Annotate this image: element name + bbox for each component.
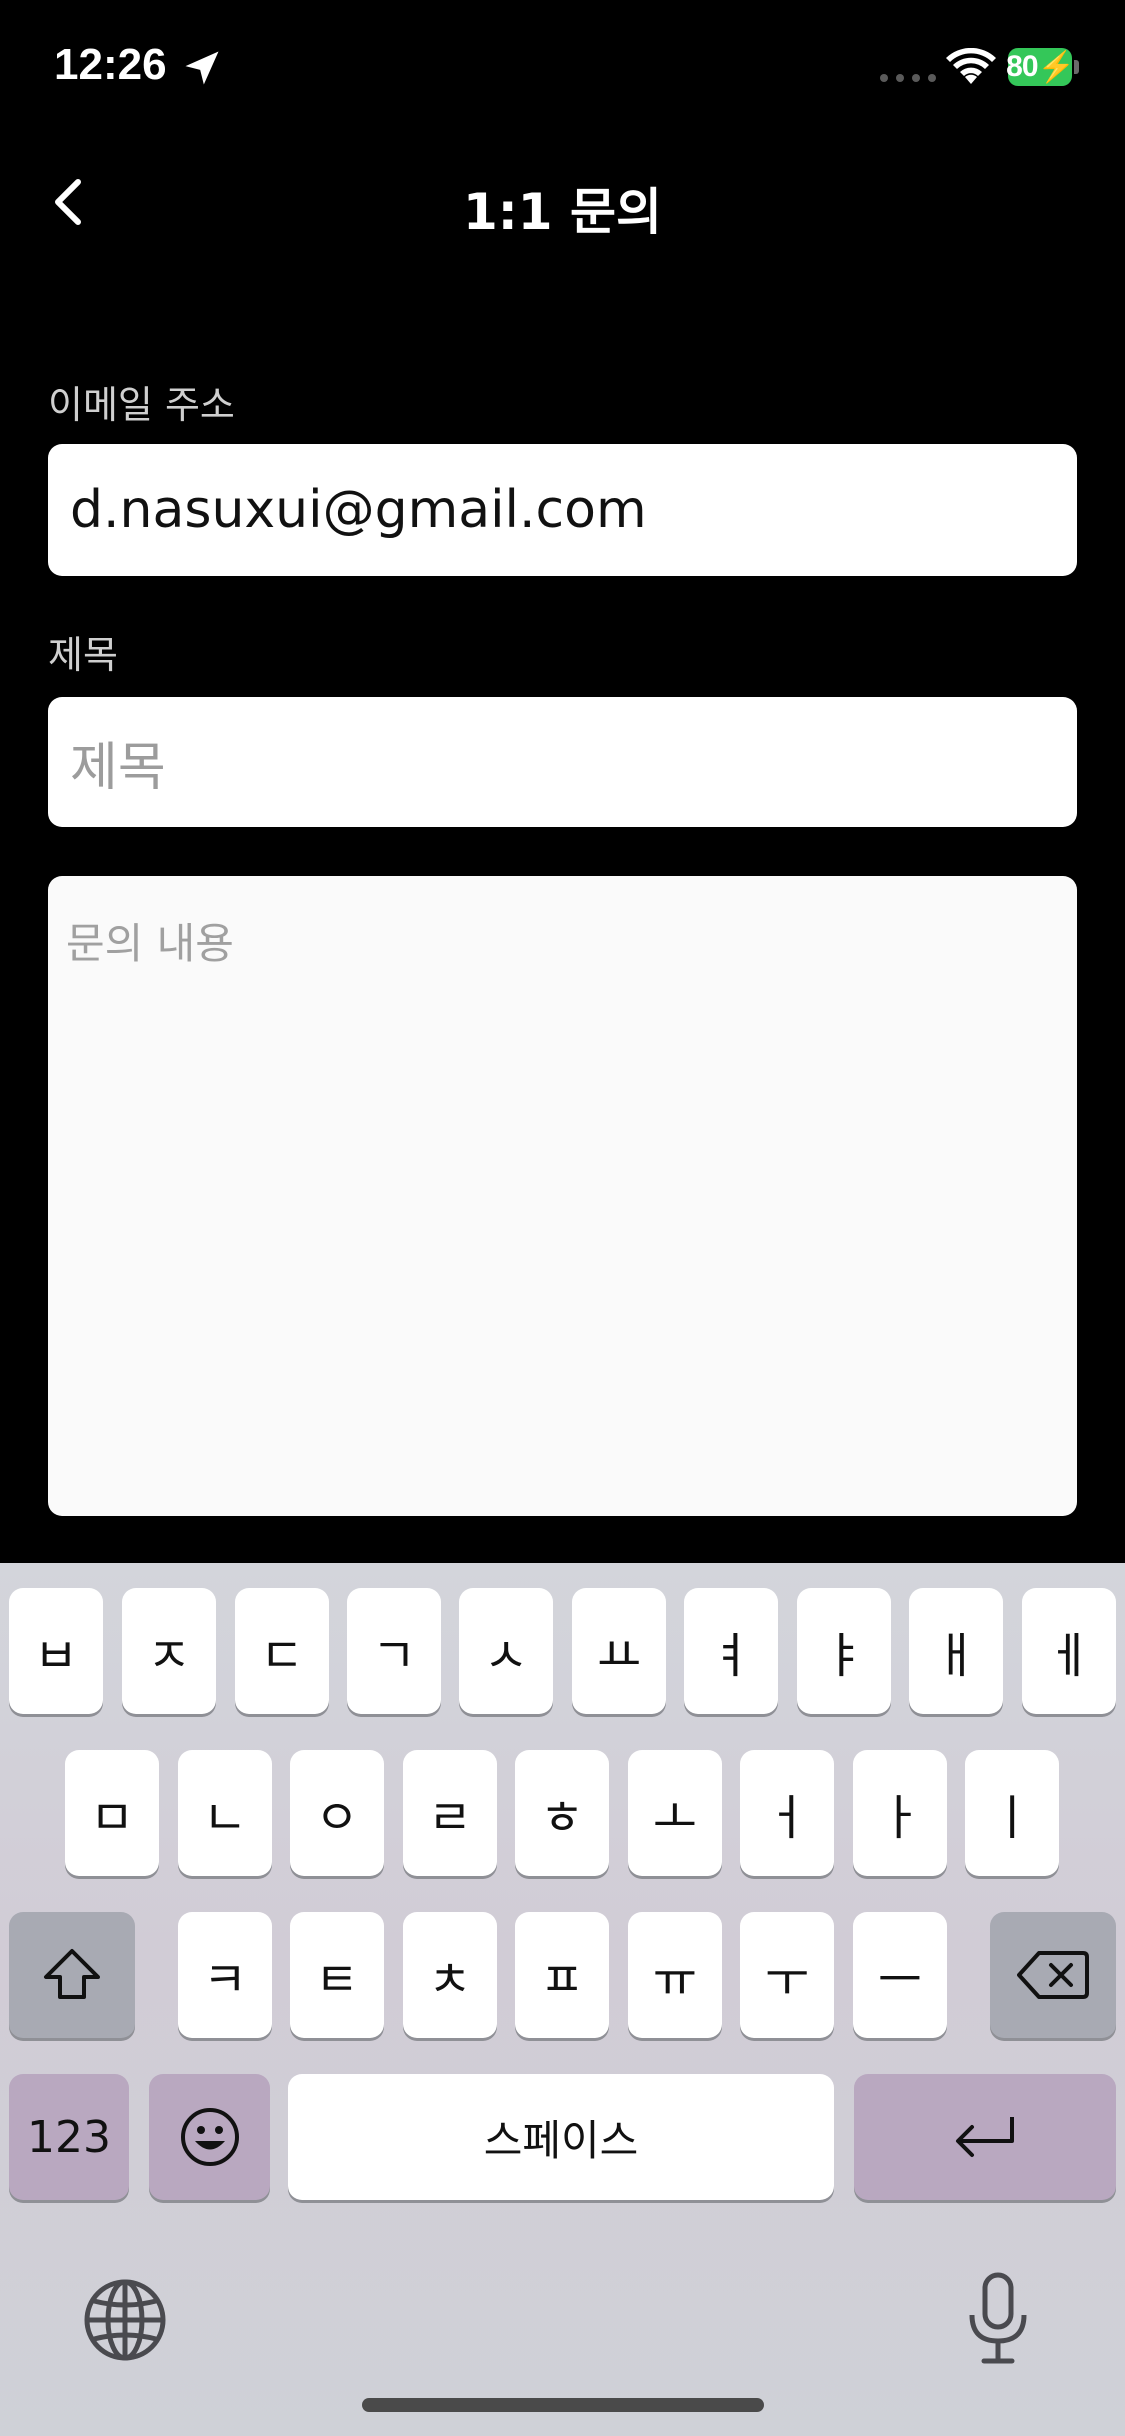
key-s[interactable]: ㅅ: [459, 1588, 553, 1714]
location-arrow-icon: [185, 51, 219, 85]
korean-keyboard: ㅂ ㅈ ㄷ ㄱ ㅅ ㅛ ㅕ ㅑ ㅐ ㅔ ㅁ ㄴ ㅇ ㄹ ㅎ ㅗ ㅓ ㅏ ㅣ ㅋ …: [0, 1563, 1125, 2436]
backspace-icon: [1017, 1951, 1089, 1999]
key-eo[interactable]: ㅓ: [740, 1750, 834, 1876]
key-i[interactable]: ㅣ: [965, 1750, 1059, 1876]
key-m[interactable]: ㅁ: [65, 1750, 159, 1876]
globe-icon[interactable]: [82, 2277, 168, 2363]
shift-key[interactable]: [9, 1912, 135, 2038]
cellular-signal-icon: [880, 74, 936, 82]
return-key[interactable]: [854, 2074, 1116, 2200]
subject-label: 제목: [48, 633, 118, 677]
page-title: 1:1 문의: [463, 183, 662, 241]
home-indicator: [362, 2398, 764, 2412]
key-b[interactable]: ㅂ: [9, 1588, 103, 1714]
battery-level: 80: [1006, 50, 1038, 83]
key-ng[interactable]: ㅇ: [290, 1750, 384, 1876]
emoji-icon: [180, 2108, 239, 2166]
key-yu[interactable]: ㅠ: [628, 1912, 722, 2038]
email-label: 이메일 주소: [48, 383, 235, 427]
email-value: d.nasuxui@gmail.com: [70, 480, 647, 540]
subject-placeholder: 제목: [70, 737, 166, 798]
backspace-key[interactable]: [990, 1912, 1116, 2038]
status-time: 12:26: [54, 40, 167, 89]
content-textarea[interactable]: 문의 내용: [48, 876, 1077, 1516]
key-o[interactable]: ㅗ: [628, 1750, 722, 1876]
key-t[interactable]: ㅌ: [290, 1912, 384, 2038]
return-arrow-icon: [956, 2117, 1014, 2157]
content-placeholder: 문의 내용: [66, 919, 234, 968]
subject-field[interactable]: 제목: [48, 697, 1077, 827]
key-ch[interactable]: ㅊ: [403, 1912, 497, 2038]
key-n[interactable]: ㄴ: [178, 1750, 272, 1876]
key-eu[interactable]: ㅡ: [853, 1912, 947, 2038]
key-yo[interactable]: ㅛ: [572, 1588, 666, 1714]
key-h[interactable]: ㅎ: [515, 1750, 609, 1876]
key-j[interactable]: ㅈ: [122, 1588, 216, 1714]
numbers-key[interactable]: 123: [9, 2074, 129, 2200]
battery-indicator: 80 ⚡: [1006, 48, 1075, 86]
key-r[interactable]: ㄹ: [403, 1750, 497, 1876]
key-ae[interactable]: ㅐ: [909, 1588, 1003, 1714]
key-p[interactable]: ㅍ: [515, 1912, 609, 2038]
key-yeo[interactable]: ㅕ: [684, 1588, 778, 1714]
key-e[interactable]: ㅔ: [1022, 1588, 1116, 1714]
battery-tip: [1074, 60, 1079, 74]
email-field[interactable]: d.nasuxui@gmail.com: [48, 444, 1077, 576]
microphone-icon[interactable]: [966, 2271, 1030, 2367]
emoji-key[interactable]: [149, 2074, 270, 2200]
wifi-icon: [946, 48, 996, 84]
shift-arrow-icon: [44, 1949, 100, 1999]
key-a[interactable]: ㅏ: [853, 1750, 947, 1876]
space-key[interactable]: 스페이스: [288, 2074, 834, 2200]
key-k[interactable]: ㅋ: [178, 1912, 272, 2038]
key-d[interactable]: ㄷ: [235, 1588, 329, 1714]
key-u[interactable]: ㅜ: [740, 1912, 834, 2038]
key-g[interactable]: ㄱ: [347, 1588, 441, 1714]
charging-bolt-icon: ⚡: [1037, 50, 1075, 84]
key-ya[interactable]: ㅑ: [797, 1588, 891, 1714]
